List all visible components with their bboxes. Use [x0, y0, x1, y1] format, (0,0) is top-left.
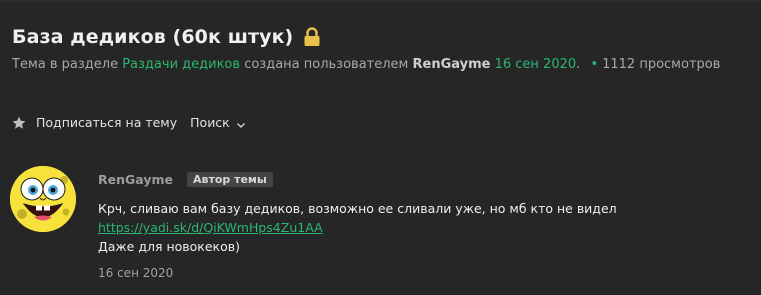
thread-header: База дедиков (60к штук) [12, 26, 321, 48]
author-badge: Автор темы [186, 172, 273, 187]
search-label: Поиск [190, 115, 230, 130]
post-text-line: Даже для новокеков) [98, 239, 240, 254]
subscribe-button[interactable]: Подписаться на тему [36, 115, 177, 130]
post-date[interactable]: 16 сен 2020 [98, 266, 173, 280]
meta-prefix: Тема в разделе [12, 57, 119, 72]
search-dropdown[interactable]: Поиск [190, 115, 246, 130]
meta-created-by: создана пользователем [244, 57, 409, 72]
thread-date[interactable]: 16 сен 2020 [495, 57, 577, 72]
post-author-link[interactable]: RenGayme [98, 172, 173, 187]
post-link[interactable]: https://yadi.sk/d/QiKWmHps4Zu1AA [98, 220, 323, 235]
post-text-line: Крч, сливаю вам базу дедиков, возможно е… [98, 201, 617, 216]
chevron-down-icon [236, 118, 246, 128]
meta-separator: • [590, 57, 599, 72]
star-icon[interactable] [12, 116, 26, 130]
section-link[interactable]: Раздачи дедиков [122, 57, 240, 72]
post-body: Крч, сливаю вам базу дедиков, возможно е… [98, 199, 617, 256]
meta-period: . [576, 57, 581, 72]
thread-author-link[interactable]: RenGayme [413, 57, 491, 72]
top-divider [0, 0, 761, 2]
avatar[interactable] [10, 166, 76, 232]
view-count: 1112 просмотров [602, 57, 721, 72]
thread-page: База дедиков (60к штук) Тема в разделе Р… [0, 0, 761, 295]
post-header: RenGayme Автор темы [98, 172, 273, 187]
thread-title: База дедиков (60к штук) [12, 26, 294, 48]
thread-actions: Подписаться на тему Поиск [12, 115, 246, 130]
lock-icon [303, 27, 321, 47]
thread-meta: Тема в разделе Раздачи дедиков создана п… [12, 57, 720, 72]
